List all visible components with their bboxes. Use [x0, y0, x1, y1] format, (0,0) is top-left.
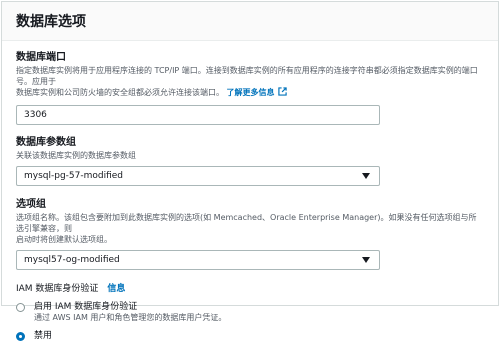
port-input[interactable] — [16, 105, 380, 125]
panel-title: 数据库选项 — [16, 14, 86, 30]
option-group-desc-line-2: 启动时将创建默认选项组。 — [16, 235, 112, 244]
radio-disable-iam-text: 禁用 — [34, 330, 52, 342]
radio-enable-iam-text: 启用 IAM 数据库身份验证 通过 AWS IAM 用户和角色管理您的数据库用户… — [34, 301, 226, 323]
option-group-description: 选项组名称。该组包含要附加到此数据库实例的选项(如 Memcached、Orac… — [16, 212, 484, 245]
iam-auth-label: IAM 数据库身份验证 — [16, 284, 99, 294]
info-link[interactable]: 信息 — [107, 284, 125, 294]
port-section: 数据库端口 指定数据库实例将用于应用程序连接的 TCP/IP 端口。连接到数据库… — [16, 51, 484, 125]
port-desc-line-1: 指定数据库实例将用于应用程序连接的 TCP/IP 端口。连接到数据库实例的所有应… — [16, 66, 478, 86]
learn-more-link[interactable]: 了解更多信息 — [226, 87, 287, 97]
database-options-panel: 数据库选项 数据库端口 指定数据库实例将用于应用程序连接的 TCP/IP 端口。… — [1, 1, 499, 341]
param-group-description: 关联该数据库实例的数据库参数组 — [16, 151, 136, 160]
param-group-selected-value: mysql-pg-57-modified — [24, 171, 124, 181]
caret-down-icon — [362, 173, 370, 179]
learn-more-label: 了解更多信息 — [226, 88, 275, 97]
option-group-select[interactable]: mysql57-og-modified — [16, 250, 380, 270]
panel-header: 数据库选项 — [2, 2, 498, 41]
port-description: 指定数据库实例将用于应用程序连接的 TCP/IP 端口。连接到数据库实例的所有应… — [16, 65, 484, 98]
radio-enable-iam[interactable]: 启用 IAM 数据库身份验证 通过 AWS IAM 用户和角色管理您的数据库用户… — [16, 301, 484, 323]
param-group-select[interactable]: mysql-pg-57-modified — [16, 166, 380, 186]
iam-auth-section: IAM 数据库身份验证 信息 启用 IAM 数据库身份验证 通过 AWS IAM… — [16, 283, 484, 342]
port-label: 数据库端口 — [16, 52, 66, 63]
caret-down-icon — [362, 257, 370, 263]
radio-disable-iam[interactable]: 禁用 — [16, 330, 484, 342]
option-group-selected-value: mysql57-og-modified — [24, 255, 120, 265]
option-group-section: 选项组 选项组名称。该组包含要附加到此数据库实例的选项(如 Memcached、… — [16, 198, 484, 270]
radio-button-unchecked[interactable] — [16, 303, 25, 312]
option-group-desc-line-1: 选项组名称。该组包含要附加到此数据库实例的选项(如 Memcached、Orac… — [16, 213, 477, 233]
radio-enable-iam-description: 通过 AWS IAM 用户和角色管理您的数据库用户凭证。 — [34, 313, 227, 322]
external-link-icon — [277, 87, 287, 96]
option-group-label: 选项组 — [16, 199, 46, 210]
radio-button-checked[interactable] — [16, 332, 25, 341]
port-desc-line-2: 数据库实例和公司防火墙的安全组都必须允许连接该端口。 — [16, 88, 224, 97]
param-group-label: 数据库参数组 — [16, 137, 76, 148]
radio-enable-iam-label: 启用 IAM 数据库身份验证 — [34, 302, 138, 312]
panel-body: 数据库端口 指定数据库实例将用于应用程序连接的 TCP/IP 端口。连接到数据库… — [2, 41, 498, 342]
iam-auth-heading: IAM 数据库身份验证 信息 — [16, 283, 484, 295]
param-group-section: 数据库参数组 关联该数据库实例的数据库参数组 mysql-pg-57-modif… — [16, 136, 484, 186]
radio-disable-iam-label: 禁用 — [34, 331, 53, 341]
